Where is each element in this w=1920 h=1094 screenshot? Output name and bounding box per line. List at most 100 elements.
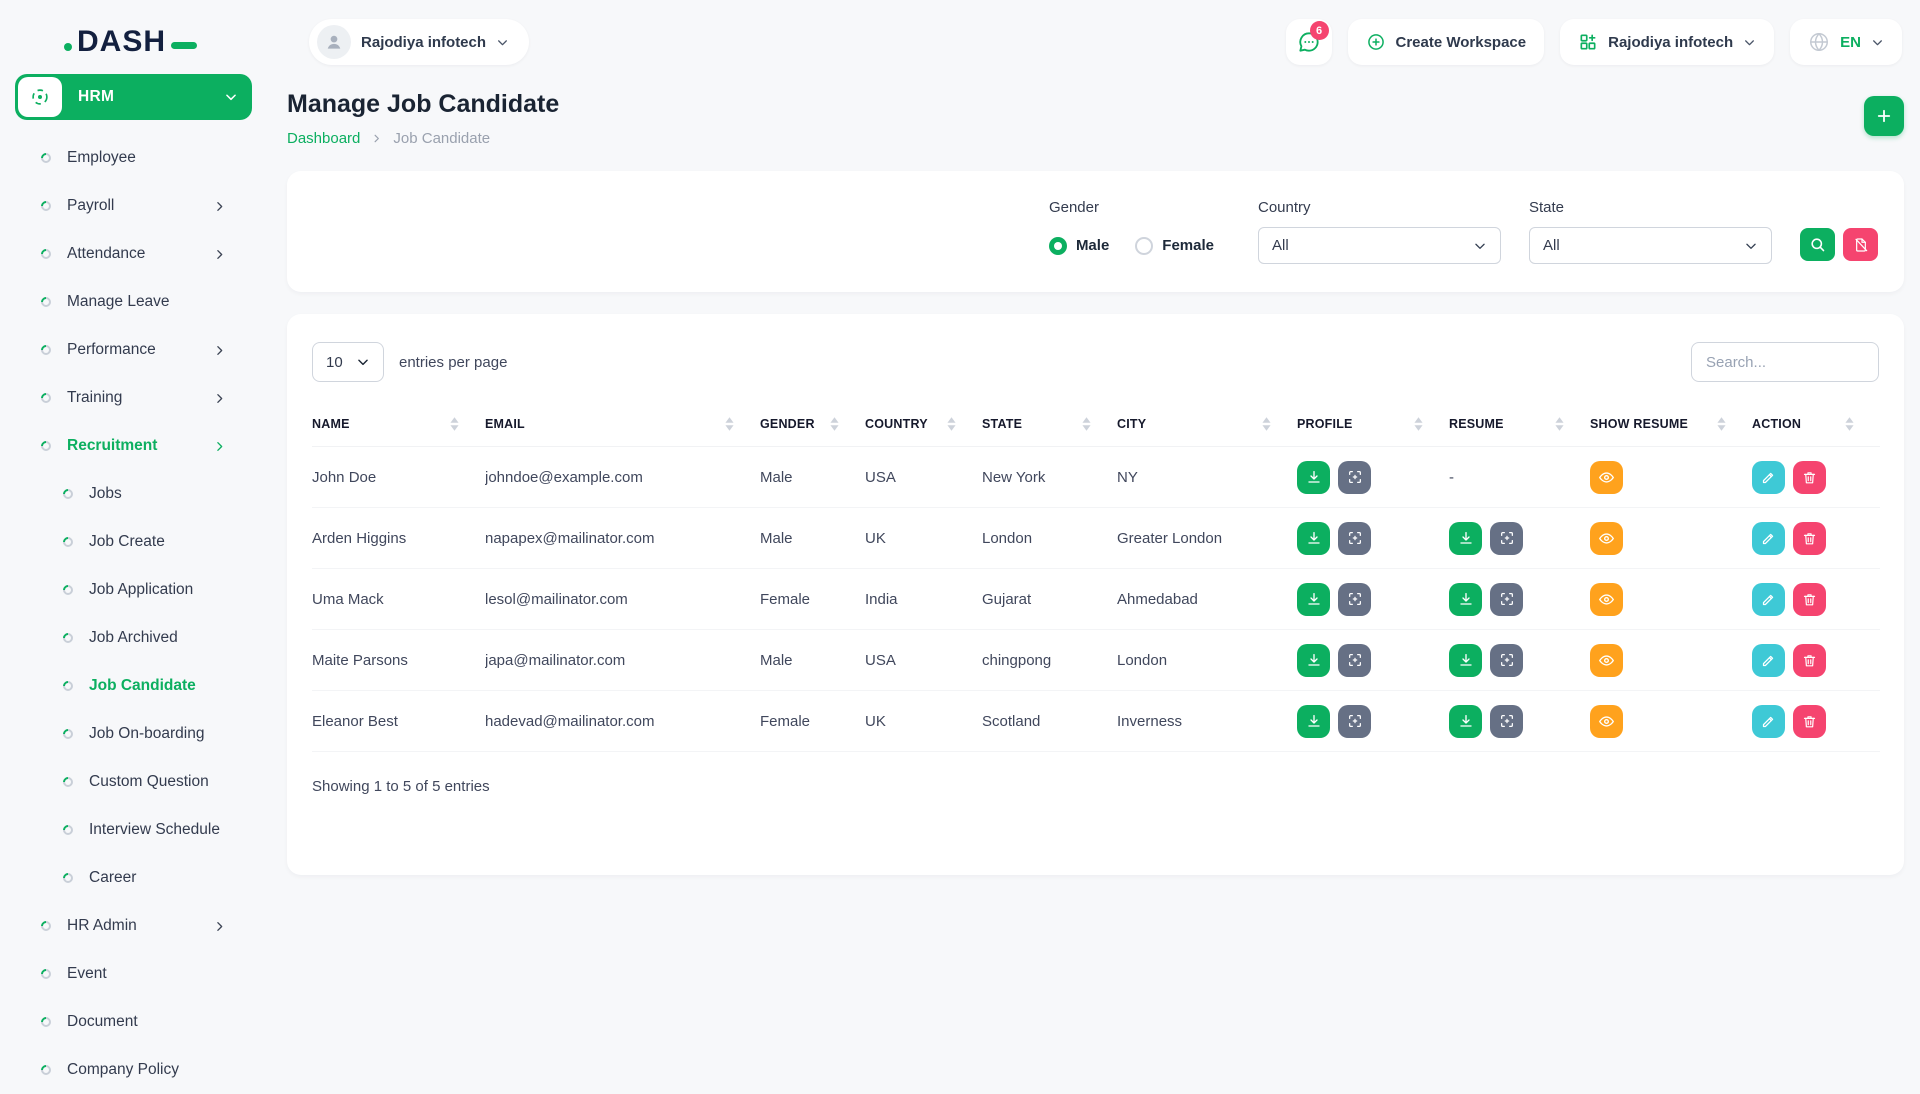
table-body: John Doejohndoe@example.comMaleUSANew Yo… bbox=[312, 447, 1880, 752]
bullet-ring-icon bbox=[39, 439, 53, 453]
download-resume-button[interactable] bbox=[1449, 583, 1482, 616]
download-resume-button[interactable] bbox=[1449, 644, 1482, 677]
entries-per-page-label: entries per page bbox=[399, 354, 507, 371]
sidebar-item-interview-schedule[interactable]: Interview Schedule bbox=[0, 806, 272, 854]
column-header-show-resume[interactable]: SHOW RESUME bbox=[1590, 402, 1752, 447]
workspace-selector[interactable]: Rajodiya infotech bbox=[1560, 19, 1774, 65]
show-resume-button[interactable] bbox=[1590, 644, 1623, 677]
column-header-city[interactable]: CITY bbox=[1117, 402, 1297, 447]
country-select[interactable]: All bbox=[1258, 227, 1501, 264]
state-select-value: All bbox=[1543, 237, 1560, 254]
sort-icon bbox=[725, 417, 734, 431]
sidebar-item-document[interactable]: Document bbox=[0, 998, 272, 1046]
sidebar-module-header-hrm[interactable]: HRM bbox=[15, 74, 252, 120]
sidebar-item-custom-question[interactable]: Custom Question bbox=[0, 758, 272, 806]
sidebar-item-job-candidate[interactable]: Job Candidate bbox=[0, 662, 272, 710]
show-resume-button[interactable] bbox=[1590, 461, 1623, 494]
delete-candidate-button[interactable] bbox=[1793, 522, 1826, 555]
add-candidate-button[interactable] bbox=[1864, 96, 1904, 136]
download-profile-button[interactable] bbox=[1297, 583, 1330, 616]
sidebar-item-job-application[interactable]: Job Application bbox=[0, 566, 272, 614]
edit-candidate-button[interactable] bbox=[1752, 461, 1785, 494]
eye-icon bbox=[1598, 591, 1615, 608]
filter-reset-button[interactable] bbox=[1843, 228, 1878, 261]
sidebar-item-event[interactable]: Event bbox=[0, 950, 272, 998]
sidebar-item-hr-admin[interactable]: HR Admin bbox=[0, 902, 272, 950]
cell-name: Arden Higgins bbox=[312, 530, 406, 547]
preview-resume-button[interactable] bbox=[1490, 705, 1523, 738]
gender-male-radio[interactable]: Male bbox=[1049, 237, 1109, 255]
column-header-name[interactable]: NAME bbox=[312, 402, 485, 447]
preview-profile-button[interactable] bbox=[1338, 522, 1371, 555]
download-resume-button[interactable] bbox=[1449, 705, 1482, 738]
sidebar-item-job-archived[interactable]: Job Archived bbox=[0, 614, 272, 662]
app-logo[interactable]: DASH bbox=[64, 25, 197, 59]
download-resume-button[interactable] bbox=[1449, 522, 1482, 555]
sidebar-item-recruitment[interactable]: Recruitment bbox=[0, 422, 272, 470]
download-profile-button[interactable] bbox=[1297, 461, 1330, 494]
bullet-ring-icon bbox=[39, 1015, 53, 1029]
focus-frame-icon bbox=[1499, 530, 1515, 546]
sidebar-item-employee[interactable]: Employee bbox=[0, 134, 272, 182]
preview-resume-button[interactable] bbox=[1490, 522, 1523, 555]
delete-candidate-button[interactable] bbox=[1793, 705, 1826, 738]
edit-candidate-button[interactable] bbox=[1752, 522, 1785, 555]
bullet-ring-icon bbox=[39, 1063, 53, 1077]
sidebar-item-attendance[interactable]: Attendance bbox=[0, 230, 272, 278]
column-header-action[interactable]: ACTION bbox=[1752, 402, 1880, 447]
preview-profile-button[interactable] bbox=[1338, 644, 1371, 677]
sidebar-item-payroll[interactable]: Payroll bbox=[0, 182, 272, 230]
column-header-email[interactable]: EMAIL bbox=[485, 402, 760, 447]
bullet-ring-icon bbox=[39, 151, 53, 165]
edit-candidate-button[interactable] bbox=[1752, 583, 1785, 616]
edit-candidate-button[interactable] bbox=[1752, 644, 1785, 677]
page-title: Manage Job Candidate bbox=[287, 90, 559, 119]
delete-candidate-button[interactable] bbox=[1793, 644, 1826, 677]
cell-email: lesol@mailinator.com bbox=[485, 591, 628, 608]
column-header-profile[interactable]: PROFILE bbox=[1297, 402, 1449, 447]
column-header-resume[interactable]: RESUME bbox=[1449, 402, 1590, 447]
sidebar-item-job-on-boarding[interactable]: Job On-boarding bbox=[0, 710, 272, 758]
sidebar-item-label: Document bbox=[67, 1013, 138, 1031]
avatar bbox=[317, 25, 351, 59]
show-resume-button[interactable] bbox=[1590, 705, 1623, 738]
sidebar-item-company-policy[interactable]: Company Policy bbox=[0, 1046, 272, 1094]
download-profile-button[interactable] bbox=[1297, 705, 1330, 738]
gender-female-radio[interactable]: Female bbox=[1135, 237, 1214, 255]
column-header-gender[interactable]: GENDER bbox=[760, 402, 865, 447]
create-workspace-button[interactable]: Create Workspace bbox=[1348, 19, 1545, 65]
show-resume-button[interactable] bbox=[1590, 583, 1623, 616]
sidebar-item-training[interactable]: Training bbox=[0, 374, 272, 422]
show-resume-button[interactable] bbox=[1590, 522, 1623, 555]
preview-resume-button[interactable] bbox=[1490, 644, 1523, 677]
preview-profile-button[interactable] bbox=[1338, 705, 1371, 738]
sidebar-item-job-create[interactable]: Job Create bbox=[0, 518, 272, 566]
delete-candidate-button[interactable] bbox=[1793, 461, 1826, 494]
preview-resume-button[interactable] bbox=[1490, 583, 1523, 616]
state-select[interactable]: All bbox=[1529, 227, 1772, 264]
filter-search-button[interactable] bbox=[1800, 228, 1835, 261]
sidebar-item-label: Job Create bbox=[89, 533, 165, 551]
column-header-state[interactable]: STATE bbox=[982, 402, 1117, 447]
download-profile-button[interactable] bbox=[1297, 644, 1330, 677]
download-profile-button[interactable] bbox=[1297, 522, 1330, 555]
sidebar-item-performance[interactable]: Performance bbox=[0, 326, 272, 374]
sidebar-item-career[interactable]: Career bbox=[0, 854, 272, 902]
topbar: DASH Rajodiya infotech 6 Create Workspac… bbox=[0, 0, 1920, 70]
messages-button[interactable]: 6 bbox=[1286, 19, 1332, 65]
download-icon bbox=[1306, 469, 1322, 485]
state-filter: State All bbox=[1529, 199, 1772, 264]
preview-profile-button[interactable] bbox=[1338, 583, 1371, 616]
sidebar-item-manage-leave[interactable]: Manage Leave bbox=[0, 278, 272, 326]
sort-icon bbox=[450, 417, 459, 431]
delete-candidate-button[interactable] bbox=[1793, 583, 1826, 616]
sidebar-item-jobs[interactable]: Jobs bbox=[0, 470, 272, 518]
language-selector[interactable]: EN bbox=[1790, 19, 1902, 65]
column-header-country[interactable]: COUNTRY bbox=[865, 402, 982, 447]
company-selector[interactable]: Rajodiya infotech bbox=[309, 19, 529, 65]
preview-profile-button[interactable] bbox=[1338, 461, 1371, 494]
entries-per-page-select[interactable]: 10 bbox=[312, 342, 384, 382]
table-search-input[interactable] bbox=[1691, 342, 1879, 382]
edit-candidate-button[interactable] bbox=[1752, 705, 1785, 738]
breadcrumb-dashboard[interactable]: Dashboard bbox=[287, 130, 360, 147]
